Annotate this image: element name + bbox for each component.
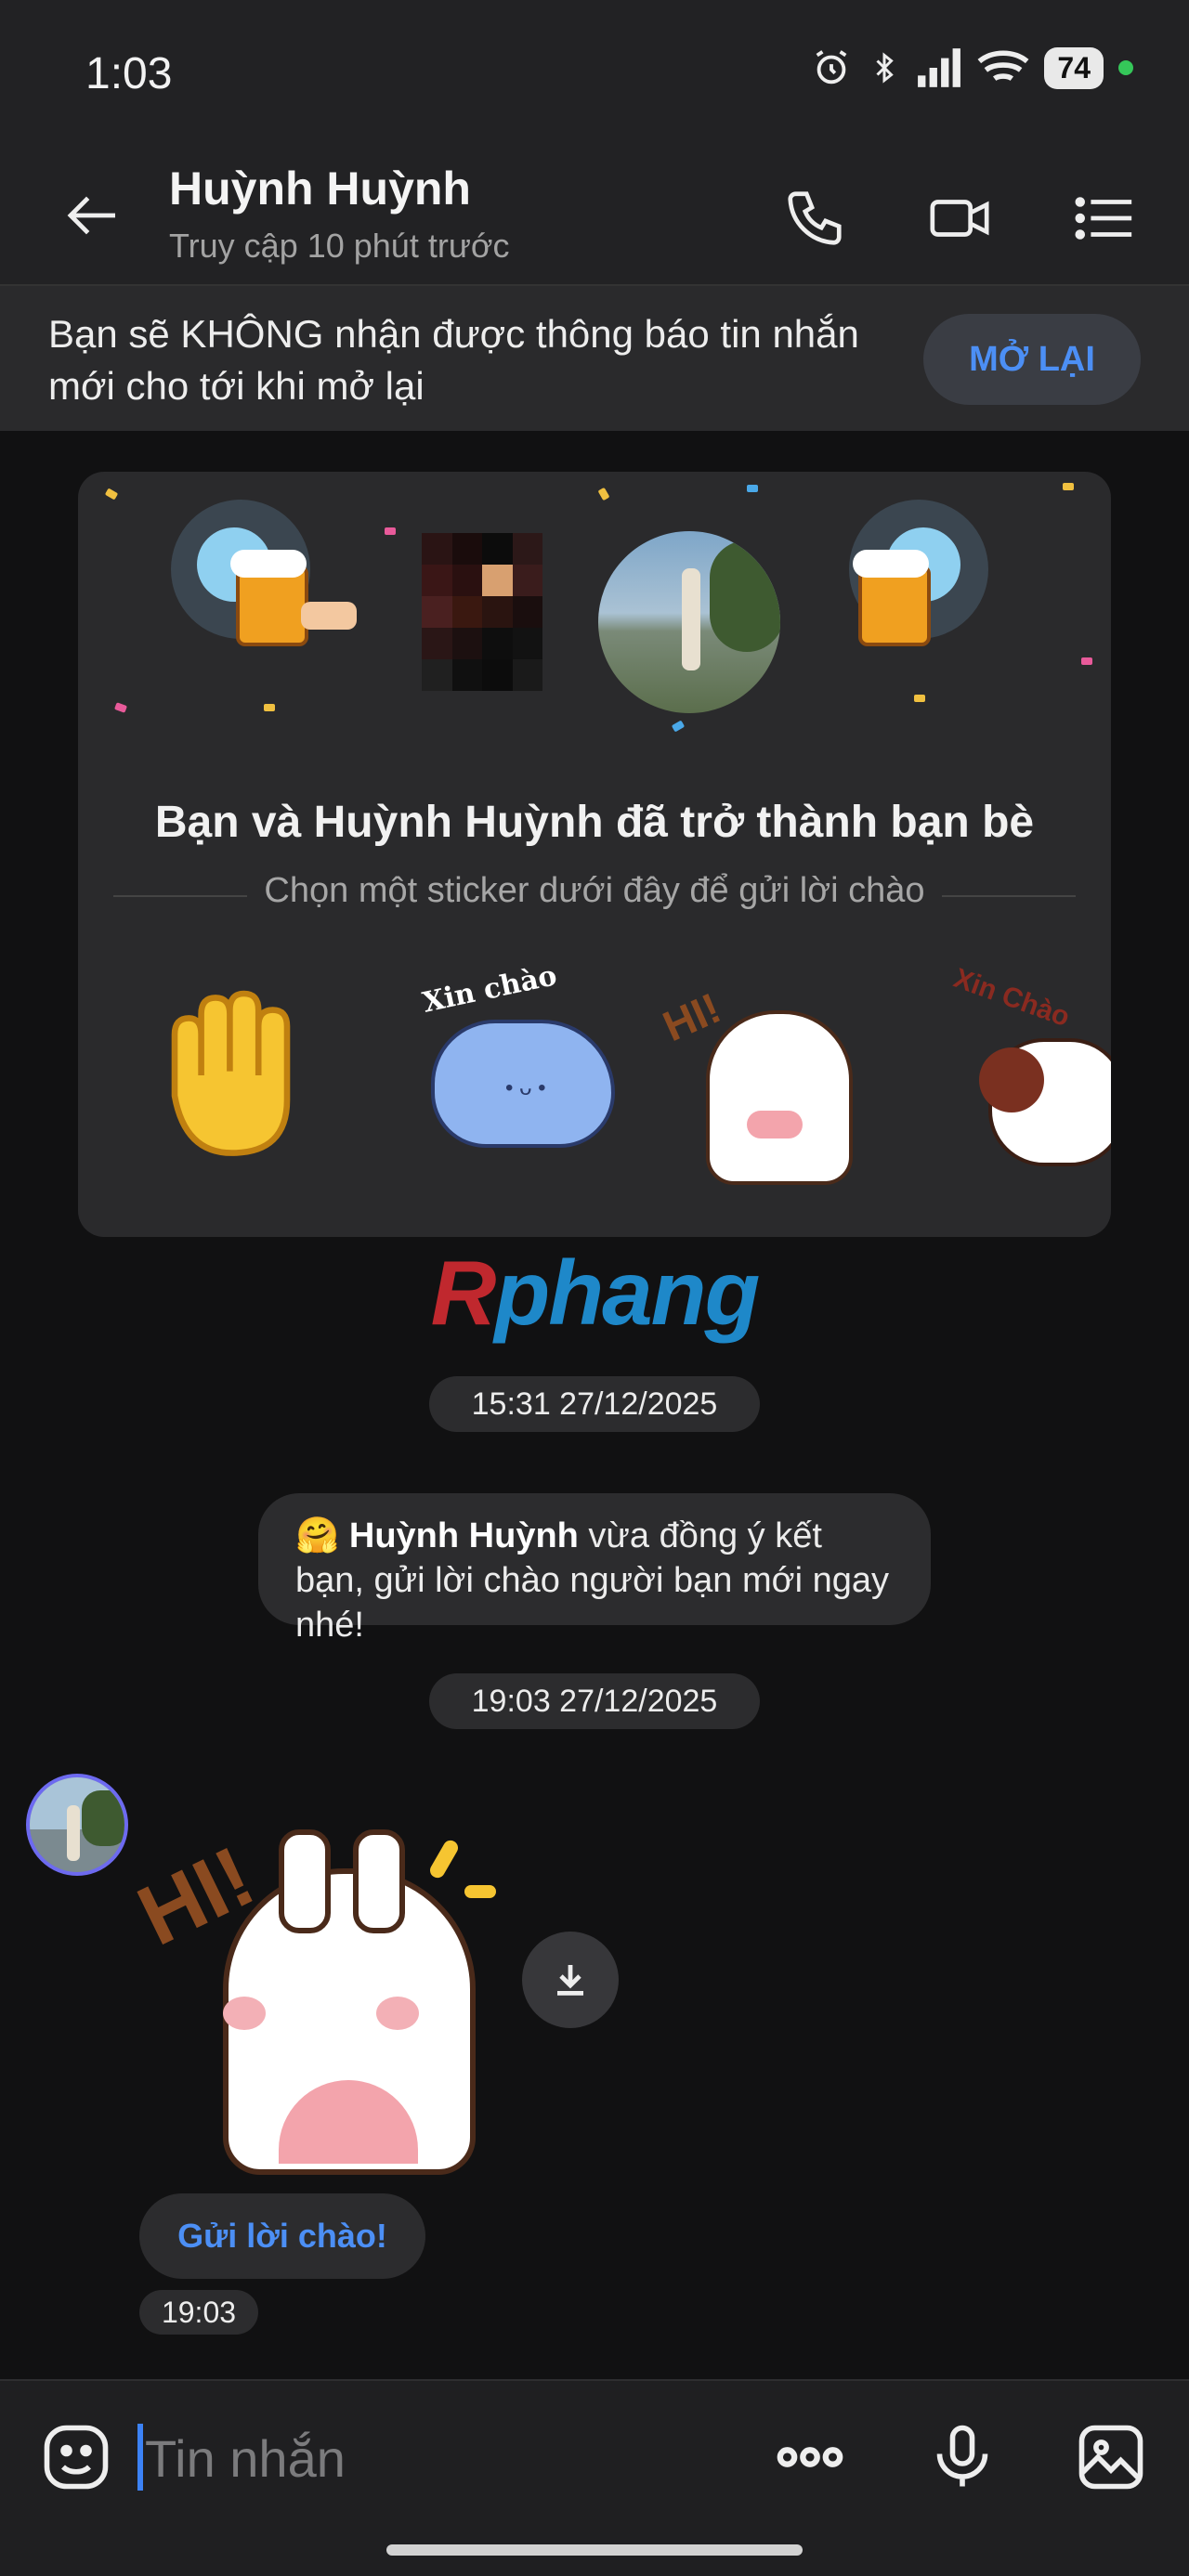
friend-card-subtitle-text: Chọn một sticker dưới đây để gửi lời chà… <box>247 871 942 910</box>
friend-card-subtitle: Chọn một sticker dưới đây để gửi lời chà… <box>78 871 1111 911</box>
mute-notice-text: Bạn sẽ KHÔNG nhận được thông báo tin nhắ… <box>48 312 859 408</box>
contact-avatar-photo <box>598 531 780 713</box>
my-avatar-pixelated <box>422 533 542 691</box>
video-call-icon[interactable] <box>927 186 992 251</box>
menu-list-icon[interactable] <box>1072 186 1137 251</box>
battery-indicator: 74 <box>1044 46 1104 89</box>
contact-name[interactable]: Huỳnh Huỳnh <box>169 162 471 215</box>
sender-avatar[interactable] <box>26 1774 128 1876</box>
sticker-caption: Xin Chào <box>949 962 1074 1034</box>
hand-shape <box>301 602 357 630</box>
status-icons: 74 <box>810 46 1133 89</box>
date-separator: 15:31 27/12/2025 <box>429 1376 760 1432</box>
sticker-message-hi-bunny[interactable]: HI! <box>124 1811 511 2175</box>
bluetooth-icon <box>876 52 895 84</box>
date-separator: 19:03 27/12/2025 <box>429 1673 760 1729</box>
confetti <box>747 485 758 492</box>
more-options-icon[interactable] <box>771 2418 849 2496</box>
sticker-caption: Xin chào <box>419 959 560 1020</box>
beer-mug-illustration-left <box>171 500 310 646</box>
watermark-logo: Rphang <box>0 1241 1189 1346</box>
phone-call-icon[interactable] <box>782 186 847 251</box>
system-message-name[interactable]: Huỳnh Huỳnh <box>349 1516 579 1555</box>
sticker-xin-chao-blob[interactable]: Xin chào • ᴗ • <box>412 959 617 1177</box>
image-gallery-icon[interactable] <box>1072 2418 1150 2496</box>
confetti <box>385 527 396 535</box>
confetti <box>113 702 128 713</box>
signal-icon <box>918 48 961 87</box>
confetti <box>1081 657 1092 665</box>
back-arrow-icon[interactable] <box>63 186 123 245</box>
confetti <box>597 487 610 501</box>
sticker-emoji-icon[interactable] <box>37 2418 115 2496</box>
confetti <box>264 704 275 711</box>
beer-mug-illustration-right <box>849 500 988 646</box>
reopen-notifications-button[interactable]: MỞ LẠI <box>923 314 1141 405</box>
download-sticker-button[interactable] <box>522 1932 619 2028</box>
confetti <box>671 720 686 733</box>
message-time: 19:03 <box>139 2290 258 2335</box>
send-greeting-button[interactable]: Gửi lời chào! <box>139 2193 425 2279</box>
home-indicator[interactable] <box>386 2544 803 2556</box>
confetti <box>1063 483 1074 490</box>
sticker-xin-chao-dog[interactable]: Xin Chào <box>949 963 1111 1177</box>
privacy-dot <box>1118 60 1133 75</box>
mute-notice-banner: Bạn sẽ KHÔNG nhận được thông báo tin nhắ… <box>0 286 1189 431</box>
status-time: 1:03 <box>85 49 173 98</box>
download-icon <box>557 1965 583 1996</box>
watermark-part-r: R <box>430 1242 497 1344</box>
status-bar: 1:03 74 <box>0 0 1189 139</box>
sticker-hi-bunny[interactable]: HI! <box>656 973 868 1185</box>
hug-emoji: 🤗 <box>295 1516 340 1555</box>
last-seen-text: Truy cập 10 phút trước <box>169 227 510 265</box>
friend-card-title: Bạn và Huỳnh Huỳnh đã trở thành bạn bè <box>154 798 1035 847</box>
chat-header: Huỳnh Huỳnh Truy cập 10 phút trước <box>0 139 1189 286</box>
wifi-icon <box>977 50 1029 82</box>
confetti <box>104 488 119 501</box>
waving-hand-icon <box>171 990 291 1156</box>
confetti <box>914 695 925 702</box>
microphone-icon[interactable] <box>923 2418 1001 2496</box>
alarm-icon <box>817 50 847 85</box>
message-input[interactable] <box>137 2418 741 2498</box>
new-friend-card: Bạn và Huỳnh Huỳnh đã trở thành bạn bè C… <box>78 472 1111 1237</box>
system-message: 🤗 Huỳnh Huỳnh vừa đồng ý kết bạn, gửi lờ… <box>258 1493 931 1645</box>
sticker-waving-hand[interactable] <box>134 973 338 1177</box>
watermark-part-phang: phang <box>494 1242 760 1344</box>
